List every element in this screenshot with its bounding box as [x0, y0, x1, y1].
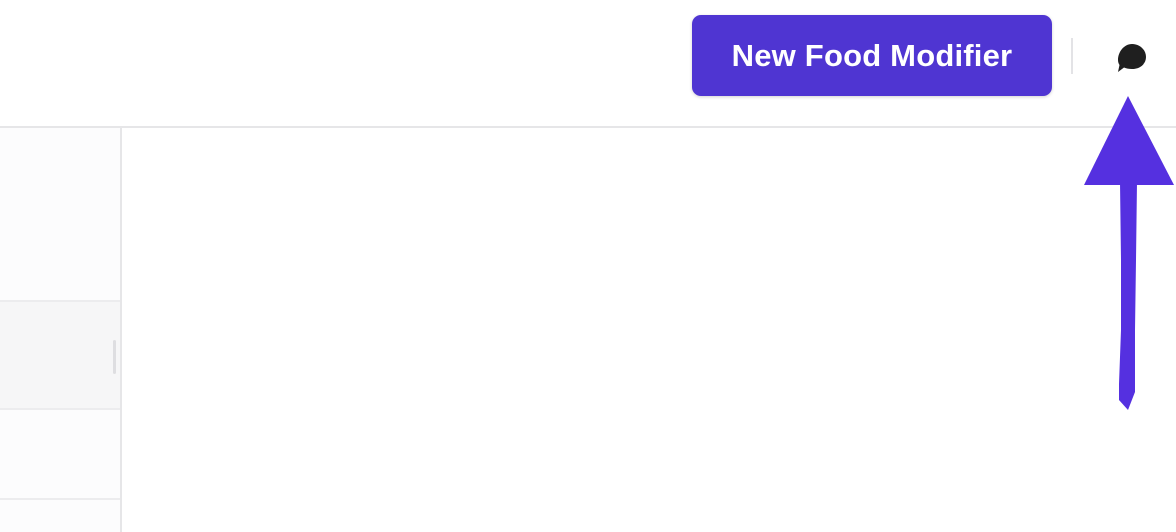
- page: New Food Modifier: [0, 0, 1176, 532]
- up-arrow-icon: [1084, 96, 1174, 410]
